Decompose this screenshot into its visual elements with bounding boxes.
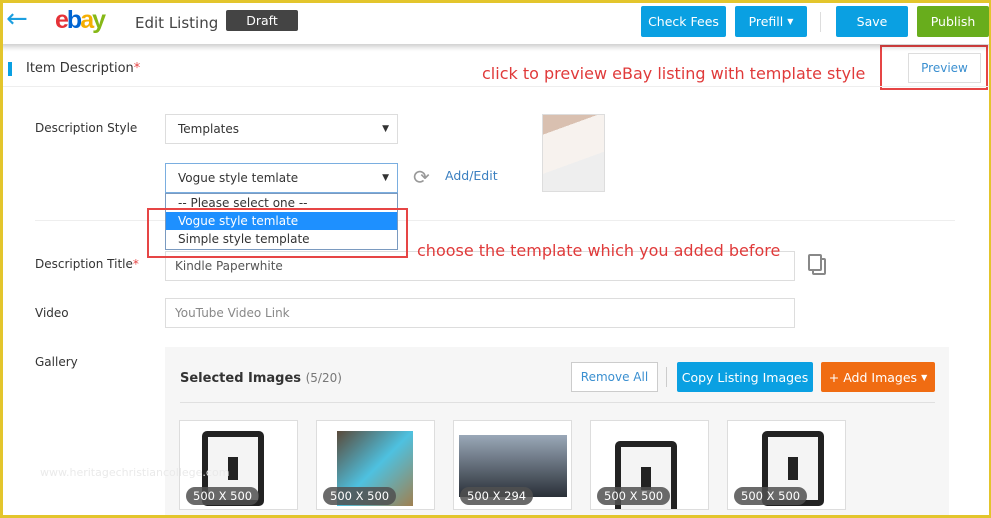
check-fees-button[interactable]: Check Fees [641,6,726,37]
divider [820,12,821,32]
back-arrow-icon[interactable]: ← [6,6,28,32]
save-button[interactable]: Save [836,6,908,37]
image-size-badge: 500 X 500 [734,487,808,505]
selected-images-text: Selected Images [180,371,302,386]
section-title-text: Item Description [26,61,134,76]
gallery-label: Gallery [35,355,78,369]
publish-button[interactable]: Publish [917,6,989,37]
watermark: www.heritagechristiancollege.com [40,466,230,479]
prefill-label: Prefill [748,14,784,29]
template-value: Vogue style temlate [178,171,299,185]
caret-down-icon: ▼ [787,17,794,26]
required-mark: * [132,257,139,271]
add-edit-link[interactable]: Add/Edit [445,168,498,183]
divider [666,367,667,387]
image-size-badge: 500 X 294 [460,487,534,505]
image-count: (5/20) [305,371,342,385]
annotation-preview: click to preview eBay listing with templ… [482,64,866,83]
description-title-label-text: Description Title [35,257,133,271]
add-images-label: + Add Images [828,369,918,385]
gallery-image[interactable]: 500 X 500 [316,420,435,510]
ebay-logo: ebay [55,6,106,34]
selected-images-label: Selected Images (5/20) [180,371,342,386]
divider [3,86,989,87]
dropdown-arrow-icon: ▼ [382,173,389,183]
refresh-icon[interactable]: ⟳ [413,165,430,189]
video-input[interactable]: YouTube Video Link [165,298,795,328]
add-images-button[interactable]: + Add Images ▼ [821,362,935,392]
gallery-image[interactable]: 500 X 500 [727,420,846,510]
page-title: Edit Listing [135,14,219,32]
section-title: Item Description* [26,61,140,76]
description-style-value: Templates [178,122,240,136]
description-title-label: Description Title* [35,257,139,271]
divider [180,402,935,403]
annotation-template: choose the template which you added befo… [417,241,781,260]
gallery-image[interactable]: 500 X 500 [179,420,298,510]
preview-button[interactable]: Preview [908,53,981,83]
status-badge: Draft [226,10,298,31]
video-label: Video [35,306,69,320]
description-style-select[interactable]: Templates ▼ [165,114,398,144]
section-marker [8,62,12,76]
dropdown-arrow-icon: ▼ [382,124,389,134]
prefill-button[interactable]: Prefill ▼ [735,6,807,37]
gallery-image[interactable]: 500 X 294 [453,420,572,510]
copy-listing-images-button[interactable]: Copy Listing Images [677,362,813,392]
top-bar: ← ebay Edit Listing Draft Check Fees Pre… [0,0,991,44]
gallery-image[interactable]: 500 X 500 [590,420,709,510]
caret-down-icon: ▼ [921,372,928,382]
image-size-badge: 500 X 500 [323,487,397,505]
image-size-badge: 500 X 500 [186,487,260,505]
description-style-label: Description Style [35,121,138,135]
template-thumbnail[interactable] [542,114,605,192]
copy-icon[interactable] [808,254,822,271]
template-select[interactable]: Vogue style temlate ▼ [165,163,398,193]
remove-all-button[interactable]: Remove All [571,362,658,392]
annotation-box-template [147,208,408,258]
required-mark: * [133,61,141,76]
image-size-badge: 500 X 500 [597,487,671,505]
